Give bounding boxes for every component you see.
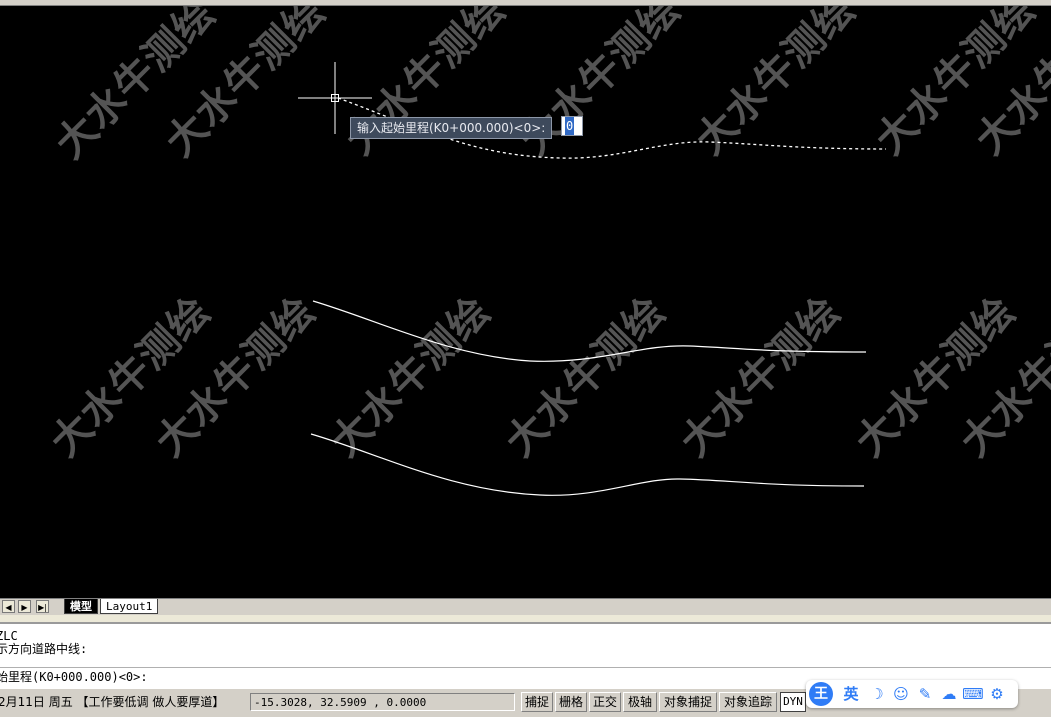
polar-toggle[interactable]: 极轴	[623, 692, 657, 712]
grid-toggle[interactable]: 栅格	[555, 692, 587, 712]
dynamic-input-prompt: 输入起始里程(K0+000.000)<0>:	[350, 117, 553, 139]
road-line-lower[interactable]	[310, 433, 865, 496]
road-line-upper[interactable]	[312, 300, 867, 362]
ime-logo-icon[interactable]: 王	[809, 682, 833, 706]
ime-language-toggle[interactable]: 英	[840, 683, 862, 705]
command-history-line: 示方向道路中线:	[0, 642, 88, 656]
dynamic-input-value: 0	[565, 117, 575, 135]
gear-icon[interactable]: ⚙	[986, 683, 1008, 705]
tab-last-button[interactable]: ▶|	[36, 600, 49, 613]
ime-toolbar: 王 英 ☽ ☺ ✎ ☁ ⌨ ⚙	[806, 680, 1018, 708]
ortho-toggle[interactable]: 正交	[589, 692, 621, 712]
tab-model[interactable]: 模型	[64, 599, 98, 614]
keyboard-icon[interactable]: ⌨	[962, 683, 984, 705]
moon-icon[interactable]: ☽	[866, 683, 888, 705]
smiley-icon[interactable]: ☺	[890, 683, 912, 705]
osnap-toggle[interactable]: 对象捕捉	[659, 692, 717, 712]
cloud-icon[interactable]: ☁	[938, 683, 960, 705]
tab-layout1[interactable]: Layout1	[100, 599, 159, 614]
layout-tab-bar: ◀ ▶ ▶| 模型 Layout1	[0, 598, 1051, 615]
tab-prev-button[interactable]: ◀	[2, 600, 15, 613]
snap-toggle[interactable]: 捕捉	[521, 692, 553, 712]
tab-next-button[interactable]: ▶	[18, 600, 31, 613]
command-prompt[interactable]: 始里程(K0+000.000)<0>:	[0, 671, 148, 684]
dynamic-input-field[interactable]: 0	[561, 116, 583, 136]
command-separator	[0, 667, 1051, 668]
command-window[interactable]: ZLC 示方向道路中线: 始里程(K0+000.000)<0>:	[0, 622, 1051, 688]
coordinate-readout: -15.3028, 32.5909 , 0.0000	[250, 693, 515, 711]
dyn-toggle[interactable]: DYN	[780, 692, 806, 712]
pen-icon[interactable]: ✎	[914, 683, 936, 705]
drawing-svg	[298, 62, 887, 496]
status-date-text: 2月11日 周五 【工作要低调 做人要厚道】	[0, 695, 225, 709]
drawing-canvas[interactable]: 大水牛测绘 大水牛测绘 大水牛测绘 大水牛测绘 大水牛测绘 大水牛测绘 大水牛测…	[0, 6, 1051, 598]
otrack-toggle[interactable]: 对象追踪	[719, 692, 777, 712]
